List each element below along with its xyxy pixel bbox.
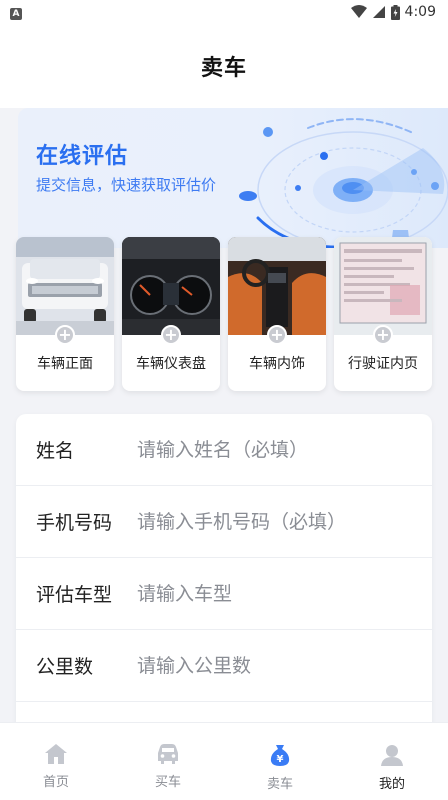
model-input[interactable] [137, 582, 432, 605]
name-input[interactable] [137, 438, 432, 461]
driving-license-image [334, 237, 432, 335]
mileage-input[interactable] [137, 654, 432, 677]
status-time: 4:09 [404, 4, 436, 20]
tab-home[interactable]: 首页 [0, 723, 112, 800]
tab-mine-label: 我的 [378, 777, 405, 792]
name-label: 姓名 [36, 440, 75, 462]
mileage-label: 公里数 [36, 656, 94, 678]
bottom-tab-bar: 首页 买车 ¥ 卖车 我的 [0, 722, 448, 800]
photo-card-dashboard[interactable]: + 车辆仪表盘 [122, 237, 220, 391]
photo-label-interior: 车辆内饰 [249, 356, 305, 372]
photo-label-dashboard: 车辆仪表盘 [136, 356, 206, 372]
svg-text:¥: ¥ [277, 754, 284, 765]
home-icon [45, 744, 67, 764]
form-row-model: 评估车型 [16, 558, 432, 630]
phone-label: 手机号码 [36, 512, 113, 534]
photo-label-license: 行驶证内页 [348, 356, 418, 372]
car-dashboard-image [122, 237, 220, 335]
car-icon [158, 744, 178, 764]
evaluation-form: 姓名 手机号码 评估车型 公里数 [16, 414, 432, 724]
photo-label-front: 车辆正面 [37, 356, 93, 372]
tab-sell-car-label: 卖车 [266, 777, 293, 792]
signal-icon [372, 6, 385, 18]
page-title: 卖车 [200, 56, 247, 81]
form-row-mileage: 公里数 [16, 630, 432, 702]
money-bag-icon: ¥ [270, 745, 290, 766]
status-right: 4:09 [350, 4, 436, 20]
evaluation-banner: 在线评估 提交信息，快速获取评估价 [18, 108, 448, 248]
notification-a-icon: A [10, 8, 22, 20]
form-row-name: 姓名 [16, 414, 432, 486]
user-icon [381, 745, 403, 766]
photo-card-license[interactable]: + 行驶证内页 [334, 237, 432, 391]
form-row-phone: 手机号码 [16, 486, 432, 558]
car-interior-image [228, 237, 326, 335]
status-bar: A 4:09 [0, 0, 448, 24]
banner-subtitle: 提交信息，快速获取评估价 [36, 176, 217, 194]
banner-title: 在线评估 [36, 144, 129, 169]
photo-upload-row: + 车辆正面 + 车辆仪表盘 + 车辆内饰 + 行驶证内页 [16, 237, 432, 391]
photo-card-interior[interactable]: + 车辆内饰 [228, 237, 326, 391]
tab-home-label: 首页 [42, 775, 69, 790]
tab-buy-car[interactable]: 买车 [112, 723, 224, 800]
car-front-image [16, 237, 114, 335]
add-photo-icon[interactable]: + [161, 325, 181, 345]
add-photo-icon[interactable]: + [267, 325, 287, 345]
battery-icon [390, 4, 400, 20]
tab-mine[interactable]: 我的 [336, 723, 448, 800]
wifi-icon [350, 5, 367, 18]
tab-sell-car[interactable]: ¥ 卖车 [224, 723, 336, 800]
add-photo-icon[interactable]: + [373, 325, 393, 345]
status-left: A [10, 4, 22, 20]
tab-buy-car-label: 买车 [154, 775, 181, 790]
page-header: 卖车 [0, 24, 448, 108]
add-photo-icon[interactable]: + [55, 325, 75, 345]
radar-illustration [239, 118, 448, 248]
phone-input[interactable] [137, 510, 432, 533]
photo-card-front[interactable]: + 车辆正面 [16, 237, 114, 391]
model-label: 评估车型 [36, 584, 113, 606]
